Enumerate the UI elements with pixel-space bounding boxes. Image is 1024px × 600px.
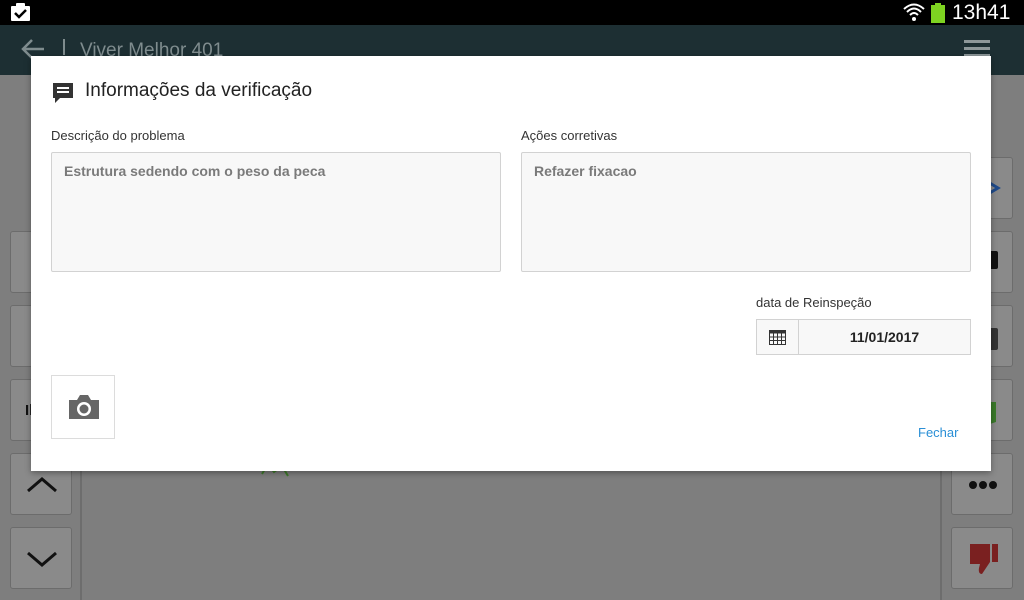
- verification-info-dialog: Informações da verificação Descrição do …: [31, 56, 991, 471]
- reinspection-date-label: data de Reinspeção: [756, 295, 872, 310]
- calendar-icon: [769, 330, 786, 345]
- problem-description-label: Descrição do problema: [51, 128, 185, 143]
- corrective-actions-field[interactable]: Refazer fixacao: [521, 152, 971, 272]
- clipboard-check-icon: [11, 3, 30, 21]
- calendar-button[interactable]: [757, 320, 799, 354]
- corrective-actions-text: Refazer fixacao: [534, 163, 637, 179]
- battery-icon: [931, 3, 945, 23]
- status-bar: 13h41: [0, 0, 1024, 25]
- reinspection-date-value: 11/01/2017: [849, 329, 920, 345]
- reinspection-date-field[interactable]: 11/01/2017: [756, 319, 971, 355]
- thumbs-down-button[interactable]: [951, 527, 1013, 589]
- comment-icon: [53, 83, 73, 103]
- chevron-down-icon: [27, 551, 57, 567]
- camera-button[interactable]: [51, 375, 115, 439]
- close-button[interactable]: Fechar: [918, 425, 958, 440]
- camera-icon: [69, 395, 99, 419]
- status-time: 13h41: [952, 1, 1011, 24]
- thumbs-down-icon: [970, 544, 998, 574]
- problem-description-field[interactable]: Estrutura sedendo com o peso da peca: [51, 152, 501, 272]
- problem-description-text: Estrutura sedendo com o peso da peca: [64, 163, 326, 179]
- corrective-actions-label: Ações corretivas: [521, 128, 618, 143]
- dialog-title: Informações da verificação: [85, 80, 313, 101]
- scroll-down-button[interactable]: [10, 527, 72, 589]
- wifi-icon: [903, 3, 925, 21]
- appbar-divider: [63, 39, 65, 55]
